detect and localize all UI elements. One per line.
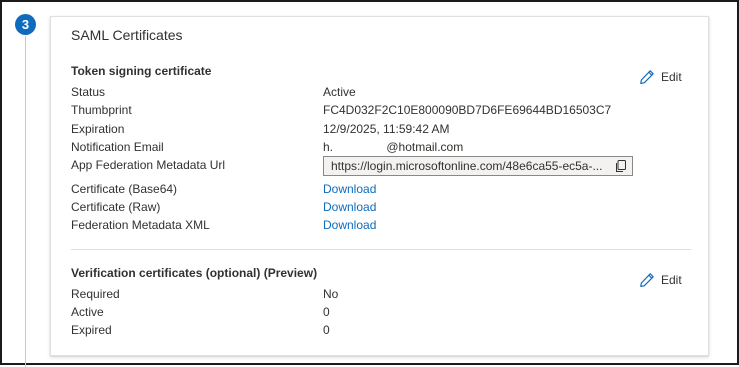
cert-base64-label: Certificate (Base64) [71, 182, 178, 196]
status-value: Active [323, 85, 356, 99]
edit-label: Edit [661, 273, 682, 287]
pencil-icon [640, 273, 654, 287]
section-divider [71, 249, 691, 250]
metadata-url-field[interactable]: https://login.microsoftonline.com/48e6ca… [323, 156, 633, 176]
cert-raw-download-link[interactable]: Download [323, 200, 376, 214]
edit-label: Edit [661, 70, 682, 84]
saml-certificates-card: SAML Certificates Token signing certific… [50, 16, 709, 356]
thumbprint-label: Thumbprint [71, 103, 132, 117]
cert-raw-label: Certificate (Raw) [71, 200, 161, 214]
metadata-url-value: https://login.microsoftonline.com/48e6ca… [331, 159, 603, 173]
required-label: Required [71, 287, 120, 301]
active-value: 0 [323, 305, 330, 319]
federation-metadata-label: Federation Metadata XML [71, 218, 210, 232]
status-label: Status [71, 85, 106, 99]
expiration-value: 12/9/2025, 11:59:42 AM [323, 122, 450, 136]
window-frame: 3 SAML Certificates Token signing certif… [0, 0, 739, 367]
card-title: SAML Certificates [71, 27, 183, 43]
active-label: Active [71, 305, 104, 319]
cert-base64-download-link[interactable]: Download [323, 182, 376, 196]
token-signing-edit-button[interactable]: Edit [639, 68, 682, 86]
federation-metadata-download-link[interactable]: Download [323, 218, 376, 232]
expired-label: Expired [71, 323, 112, 337]
notification-email-value: h. @hotmail.com [323, 140, 464, 154]
verification-edit-button[interactable]: Edit [639, 271, 682, 289]
verification-title: Verification certificates (optional) (Pr… [71, 266, 318, 280]
token-signing-title: Token signing certificate [71, 64, 212, 78]
required-value: No [323, 287, 339, 301]
step-connector-line [25, 36, 26, 367]
pencil-icon [640, 70, 654, 84]
metadata-url-label: App Federation Metadata Url [71, 158, 226, 172]
expiration-label: Expiration [71, 122, 125, 136]
copy-icon[interactable] [614, 159, 628, 173]
step-number-badge: 3 [15, 14, 36, 35]
thumbprint-value: FC4D032F2C10E800090BD7D6FE69644BD16503C7 [323, 103, 612, 117]
expired-value: 0 [323, 323, 330, 337]
notification-email-label: Notification Email [71, 140, 164, 154]
